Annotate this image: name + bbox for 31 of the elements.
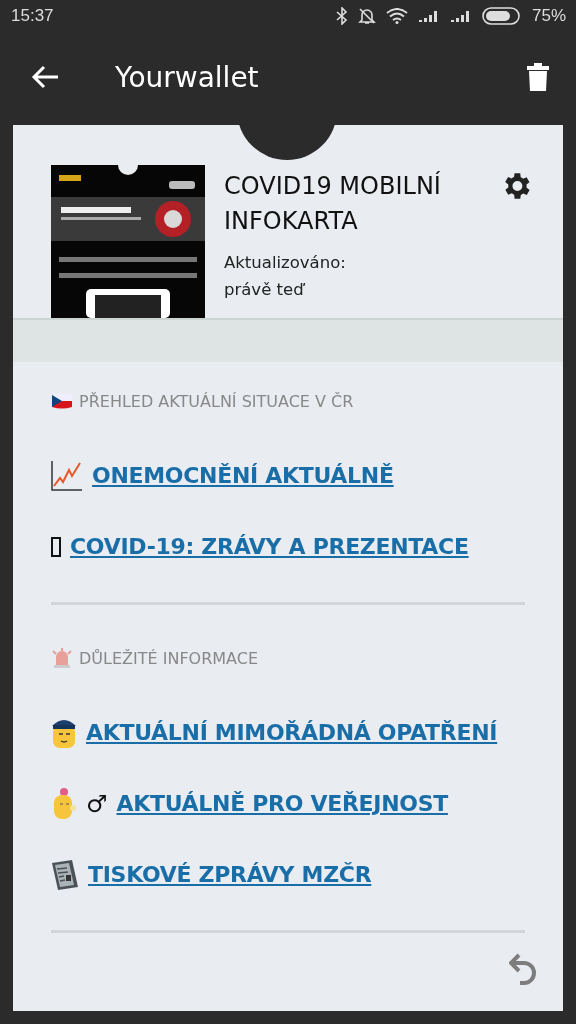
person-icon <box>51 787 77 820</box>
wifi-icon <box>385 8 408 24</box>
updated-label: Aktualizováno: <box>224 252 347 274</box>
signal-icon <box>417 9 440 23</box>
back-arrow-icon <box>31 65 59 89</box>
link[interactable]: COVID-19: ZRÁVY A PREZENTACE <box>70 534 469 559</box>
card-title: COVID19 MOBILNÍ INFOKARTA <box>224 170 442 237</box>
battery-percentage: 75% <box>531 6 566 26</box>
delete-button[interactable] <box>527 62 549 92</box>
chart-increasing-icon <box>51 460 83 491</box>
undo-icon[interactable] <box>509 953 539 985</box>
link[interactable]: ONEMOCNĚNÍ AKTUÁLNĚ <box>92 463 394 488</box>
app-title: Yourwallet <box>115 60 259 94</box>
battery-icon <box>481 7 522 25</box>
clock-time: 15:37 <box>11 6 54 26</box>
male-sign: ♂ <box>86 789 108 818</box>
newspaper-icon <box>51 858 79 891</box>
siren-icon <box>51 647 73 669</box>
section-heading: DŮLEŽITÉ INFORMACE <box>79 648 259 668</box>
updated-value: právě teď <box>224 279 307 301</box>
link[interactable]: AKTUÁLNĚ PRO VEŘEJNOST <box>116 791 448 816</box>
czech-flag-icon <box>51 393 73 409</box>
section-heading: PŘEHLED AKTUÁLNÍ SITUACE V ČR <box>79 391 354 411</box>
signal-icon <box>449 9 472 23</box>
link[interactable]: AKTUÁLNÍ MIMOŘÁDNÁ OPATŘENÍ <box>86 720 498 745</box>
bluetooth-icon <box>335 7 348 25</box>
link[interactable]: TISKOVÉ ZPRÁVY MZČR <box>88 862 372 887</box>
trash-icon <box>527 62 549 92</box>
back-button[interactable] <box>31 65 59 89</box>
muted-bell-icon <box>357 7 376 25</box>
missing-glyph-icon <box>51 536 61 557</box>
